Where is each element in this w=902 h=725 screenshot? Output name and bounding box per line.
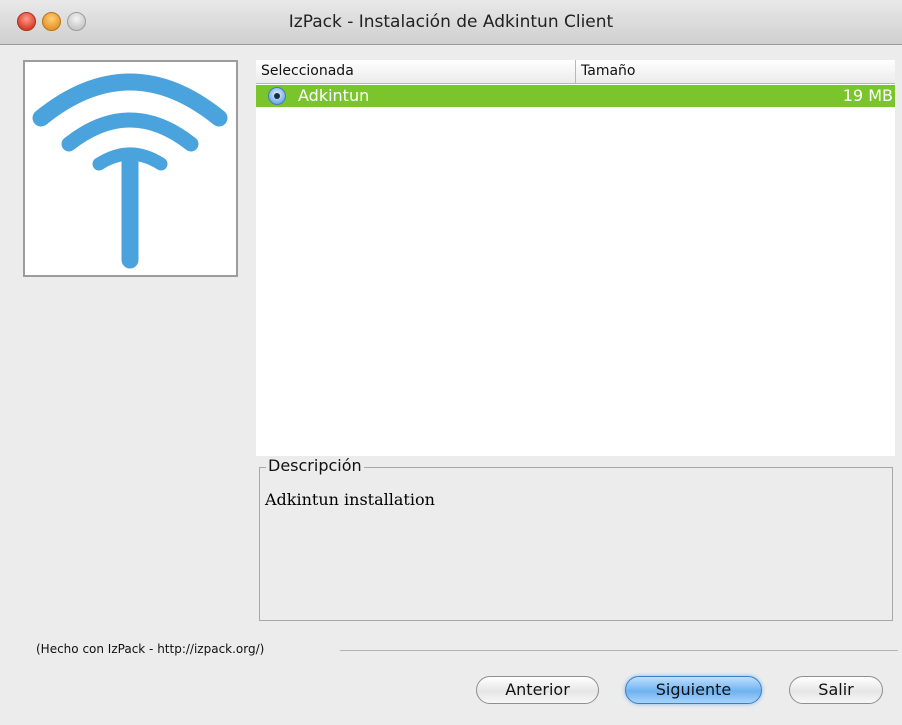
previous-button[interactable]: Anterior (476, 676, 599, 704)
next-button[interactable]: Siguiente (625, 676, 762, 704)
title-bar: IzPack - Instalación de Adkintun Client (0, 0, 902, 45)
installer-window: IzPack - Instalación de Adkintun Client … (0, 0, 902, 725)
footer-divider (340, 650, 898, 651)
exit-button[interactable]: Salir (789, 676, 883, 704)
radio-selected-icon[interactable] (268, 87, 286, 105)
table-row[interactable]: Adkintun 19 MB (256, 85, 895, 107)
packs-table: Seleccionada Tamaño Adkintun 19 MB (256, 60, 895, 456)
column-header-size[interactable]: Tamaño (576, 60, 895, 83)
signal-antenna-icon (32, 73, 228, 269)
made-with-label: (Hecho con IzPack - http://izpack.org/) (36, 642, 265, 656)
logo-panel (23, 60, 238, 277)
window-title: IzPack - Instalación de Adkintun Client (288, 12, 614, 32)
pack-size: 19 MB (842, 86, 893, 105)
description-legend: Descripción (266, 456, 364, 475)
table-header: Seleccionada Tamaño (256, 60, 895, 84)
description-group: Descripción Adkintun installation (259, 456, 893, 621)
description-text: Adkintun installation (265, 490, 435, 509)
column-header-selected[interactable]: Seleccionada (256, 60, 576, 83)
pack-name: Adkintun (298, 86, 370, 105)
